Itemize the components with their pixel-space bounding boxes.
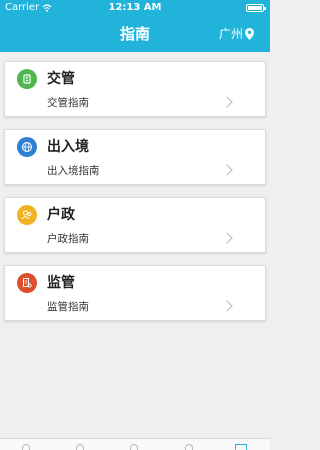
city-label: 广州	[218, 27, 243, 41]
card-title: 监管	[47, 275, 75, 291]
header-bar: Carrier 12:13 AM 指南 广州	[0, 0, 270, 52]
card-title: 交管	[47, 71, 75, 87]
guide-card-supervision[interactable]: 监管 监管指南	[4, 265, 266, 321]
battery-icon	[246, 4, 266, 12]
chevron-right-icon	[221, 300, 233, 312]
card-subtitle: 户政指南	[47, 233, 89, 245]
card-subtitle: 出入境指南	[47, 165, 100, 177]
guide-card-household[interactable]: 户政 户政指南	[4, 197, 266, 253]
chevron-right-icon	[221, 96, 233, 108]
status-bar: Carrier 12:13 AM	[0, 0, 270, 16]
supervision-icon	[17, 273, 37, 293]
city-selector[interactable]: 广州	[219, 24, 254, 44]
card-subtitle: 监管指南	[47, 301, 89, 313]
card-title: 出入境	[47, 139, 89, 155]
globe-icon	[17, 137, 37, 157]
tab-guide-icon[interactable]	[235, 444, 247, 450]
traffic-icon	[17, 69, 37, 89]
guide-card-immigration[interactable]: 出入境 出入境指南	[4, 129, 266, 185]
card-title: 户政	[47, 207, 75, 223]
guide-card-traffic[interactable]: 交管 交管指南	[4, 61, 266, 117]
location-pin-icon	[245, 28, 254, 40]
tab-news-icon[interactable]	[185, 444, 193, 450]
tab-search-icon[interactable]	[130, 444, 138, 450]
tab-bar	[0, 438, 270, 450]
card-subtitle: 交管指南	[47, 97, 89, 109]
tab-user-icon[interactable]	[76, 444, 84, 450]
status-time: 12:13 AM	[108, 2, 162, 13]
tab-home-icon[interactable]	[22, 444, 30, 450]
chevron-right-icon	[221, 164, 233, 176]
household-icon	[17, 205, 37, 225]
chevron-right-icon	[221, 232, 233, 244]
